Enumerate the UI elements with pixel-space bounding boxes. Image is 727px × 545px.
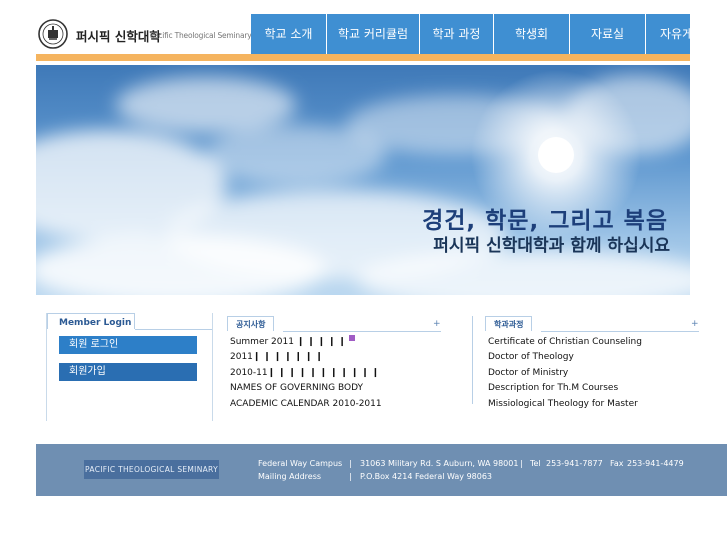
notice-tab-line [283, 331, 441, 332]
mailing-address: P.O.Box 4214 Federal Way 98063 [360, 472, 493, 481]
tel-number: 253-941-7877 [546, 459, 603, 468]
hero-banner: 경건, 학문, 그리고 복음 퍼시픽 신학대학과 함께 하십시요 [36, 65, 690, 295]
courses-tab[interactable]: 학과과정 [485, 316, 533, 331]
separator: | [349, 459, 352, 468]
nav-item-student-council[interactable]: 학생회 [494, 14, 570, 54]
nav-item-free-board[interactable]: 자유게시판 [646, 14, 690, 54]
list-item[interactable]: Certificate of Christian Counseling [488, 335, 642, 350]
seminary-seal-icon[interactable] [38, 19, 68, 49]
mailing-label: Mailing Address [258, 472, 322, 481]
courses-list: Certificate of Christian Counseling Doct… [488, 335, 642, 412]
site-header: 퍼시픽 신학대학 Pacific Theological Seminary 학교… [36, 14, 690, 54]
fax-number: 253-941-4479 [627, 459, 684, 468]
banner-slogan-line1: 경건, 학문, 그리고 복음 [422, 208, 668, 234]
new-badge-icon [348, 335, 355, 341]
tel-label: Tel [530, 459, 541, 468]
list-item[interactable]: Doctor of Theology [488, 350, 642, 365]
list-item[interactable]: 2011❙ ❙ ❙ ❙ ❙ ❙ ❙ [230, 350, 382, 365]
campus-address: 31063 Military Rd. S Auburn, WA 98001 [360, 459, 519, 468]
list-item[interactable]: 2010-11❙ ❙ ❙ ❙ ❙ ❙ ❙ ❙ ❙ ❙ ❙ [230, 366, 382, 381]
banner-slogan-line2: 퍼시픽 신학대학과 함께 하십시요 [433, 236, 670, 256]
nav-item-curriculum[interactable]: 학교 커리큘럼 [327, 14, 420, 54]
main-nav: 학교 소개 학교 커리큘럼 학과 과정 학생회 자료실 자유게시판 [251, 14, 690, 54]
campus-label: Federal Way Campus [258, 459, 343, 468]
fax-label: Fax [610, 459, 624, 468]
nav-item-about[interactable]: 학교 소개 [251, 14, 327, 54]
separator: | [349, 472, 352, 481]
list-item[interactable]: Missiological Theology for Master [488, 397, 642, 412]
login-button[interactable]: 회원 로그인 [59, 336, 197, 354]
separator: | [520, 459, 523, 468]
nav-item-archive[interactable]: 자료실 [570, 14, 646, 54]
notice-more-icon[interactable]: + [433, 319, 441, 329]
login-tab-line [135, 329, 212, 330]
list-item[interactable]: ACADEMIC CALENDAR 2010-2011 [230, 397, 382, 412]
sky-clouds-image [36, 70, 690, 295]
list-item[interactable]: Description for Th.M Courses [488, 381, 642, 396]
list-item[interactable]: Summer 2011 ❙ ❙ ❙ ❙ ❙ [230, 335, 382, 350]
join-button[interactable]: 회원가입 [59, 363, 197, 381]
courses-more-icon[interactable]: + [691, 319, 699, 329]
list-item[interactable]: NAMES OF GOVERNING BODY [230, 381, 382, 396]
notice-tab[interactable]: 공지사항 [227, 316, 275, 331]
brand-korean[interactable]: 퍼시픽 신학대학 [76, 26, 161, 45]
nav-item-courses[interactable]: 학과 과정 [420, 14, 494, 54]
brand-english[interactable]: Pacific Theological Seminary [150, 31, 252, 40]
column-divider [472, 316, 473, 404]
site-footer: PACIFIC THEOLOGICAL SEMINARY Federal Way… [36, 444, 727, 496]
member-login-tab: Member Login [47, 313, 135, 329]
list-item[interactable]: Doctor of Ministry [488, 366, 642, 381]
header-accent-bar [36, 54, 690, 61]
footer-logo: PACIFIC THEOLOGICAL SEMINARY [84, 460, 219, 479]
courses-tab-line [541, 331, 699, 332]
member-login-box: Member Login 회원 로그인 회원가입 [46, 313, 213, 421]
notice-list: Summer 2011 ❙ ❙ ❙ ❙ ❙ 2011❙ ❙ ❙ ❙ ❙ ❙ ❙ … [230, 335, 382, 412]
